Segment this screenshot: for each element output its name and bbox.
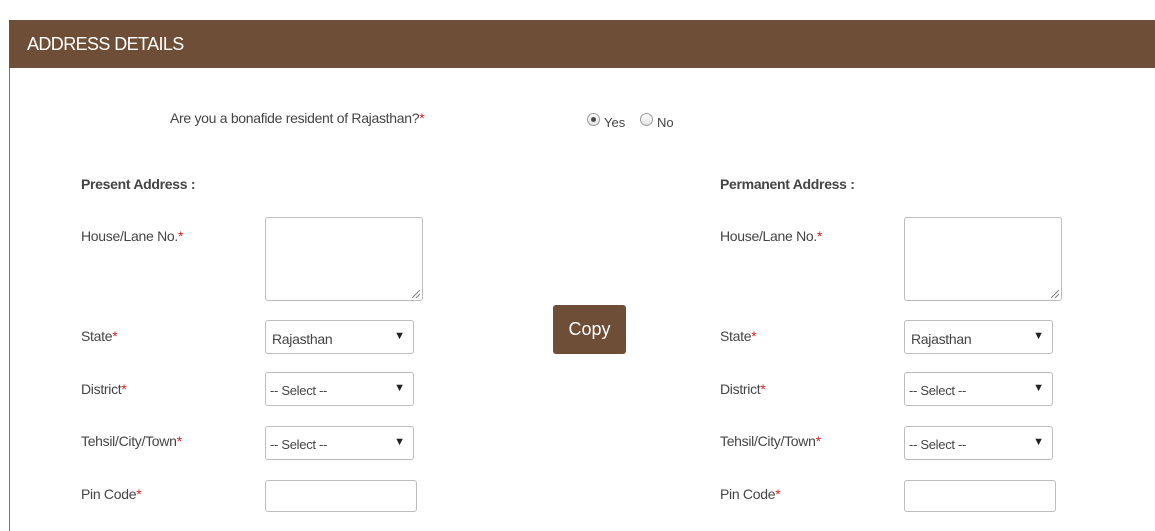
- triangle-down-icon: ▼: [394, 330, 405, 342]
- present-house-label-text: House/Lane No.: [81, 228, 178, 244]
- resident-question-text: Are you a bonafide resident of Rajasthan…: [170, 110, 420, 126]
- present-address-title: Present Address :: [81, 176, 196, 192]
- left-border-rule: [9, 20, 10, 531]
- triangle-down-icon: ▼: [394, 436, 405, 448]
- permanent-address-title: Permanent Address :: [720, 176, 855, 192]
- present-pin-label-text: Pin Code: [81, 486, 137, 502]
- section-title: ADDRESS DETAILS: [27, 34, 184, 54]
- radio-yes-option[interactable]: Yes: [587, 109, 625, 130]
- radio-no-option[interactable]: No: [640, 109, 674, 130]
- section-header: ADDRESS DETAILS: [9, 20, 1155, 68]
- required-mark: *: [760, 381, 766, 397]
- triangle-down-icon: ▼: [1033, 382, 1044, 394]
- present-district-select[interactable]: -- Select -- ▼: [265, 372, 414, 406]
- required-mark: *: [176, 433, 182, 449]
- permanent-district-label: District*: [720, 381, 766, 397]
- permanent-tehsil-label: Tehsil/City/Town*: [720, 433, 821, 449]
- required-mark: *: [775, 486, 781, 502]
- present-state-label-text: State: [81, 328, 113, 344]
- permanent-district-select[interactable]: -- Select -- ▼: [904, 372, 1053, 406]
- permanent-tehsil-select[interactable]: -- Select -- ▼: [904, 426, 1053, 460]
- triangle-down-icon: ▼: [1033, 436, 1044, 448]
- required-mark: *: [136, 486, 142, 502]
- present-state-value: Rajasthan: [272, 331, 333, 347]
- permanent-district-label-text: District: [720, 381, 761, 397]
- resize-grip-icon[interactable]: [1051, 290, 1059, 298]
- permanent-district-value: -- Select --: [909, 383, 967, 398]
- resident-question: Are you a bonafide resident of Rajasthan…: [170, 110, 425, 126]
- required-mark: *: [121, 381, 127, 397]
- copy-button[interactable]: Copy: [553, 305, 626, 354]
- permanent-state-value: Rajasthan: [911, 331, 972, 347]
- present-house-label: House/Lane No.*: [81, 228, 183, 244]
- present-district-label-text: District: [81, 381, 122, 397]
- permanent-tehsil-value: -- Select --: [909, 437, 967, 452]
- radio-yes-label: Yes: [604, 115, 626, 130]
- triangle-down-icon: ▼: [1033, 330, 1044, 342]
- required-mark: *: [112, 328, 118, 344]
- present-district-label: District*: [81, 381, 127, 397]
- permanent-state-label-text: State: [720, 328, 752, 344]
- radio-yes[interactable]: [587, 113, 600, 126]
- permanent-state-select[interactable]: Rajasthan ▼: [904, 320, 1053, 354]
- permanent-house-textarea[interactable]: [904, 217, 1062, 301]
- radio-no-label: No: [657, 115, 674, 130]
- permanent-pin-label-text: Pin Code: [720, 486, 776, 502]
- radio-no[interactable]: [640, 113, 653, 126]
- present-district-value: -- Select --: [270, 383, 328, 398]
- permanent-pin-label: Pin Code*: [720, 486, 781, 502]
- required-mark: *: [419, 110, 425, 126]
- permanent-house-label: House/Lane No.*: [720, 228, 822, 244]
- required-mark: *: [177, 228, 184, 244]
- triangle-down-icon: ▼: [394, 382, 405, 394]
- permanent-house-label-text: House/Lane No.: [720, 228, 817, 244]
- required-mark: *: [751, 328, 757, 344]
- present-tehsil-label: Tehsil/City/Town*: [81, 433, 182, 449]
- permanent-state-label: State*: [720, 328, 757, 344]
- present-state-select[interactable]: Rajasthan ▼: [265, 320, 414, 354]
- present-tehsil-label-text: Tehsil/City/Town: [81, 433, 177, 449]
- present-state-label: State*: [81, 328, 118, 344]
- permanent-pin-input[interactable]: [904, 480, 1056, 512]
- present-pin-label: Pin Code*: [81, 486, 142, 502]
- present-house-textarea[interactable]: [265, 217, 423, 301]
- present-tehsil-value: -- Select --: [270, 437, 328, 452]
- present-pin-input[interactable]: [265, 480, 417, 512]
- required-mark: *: [815, 433, 821, 449]
- resize-grip-icon[interactable]: [412, 290, 420, 298]
- required-mark: *: [816, 228, 823, 244]
- present-tehsil-select[interactable]: -- Select -- ▼: [265, 426, 414, 460]
- permanent-tehsil-label-text: Tehsil/City/Town: [720, 433, 816, 449]
